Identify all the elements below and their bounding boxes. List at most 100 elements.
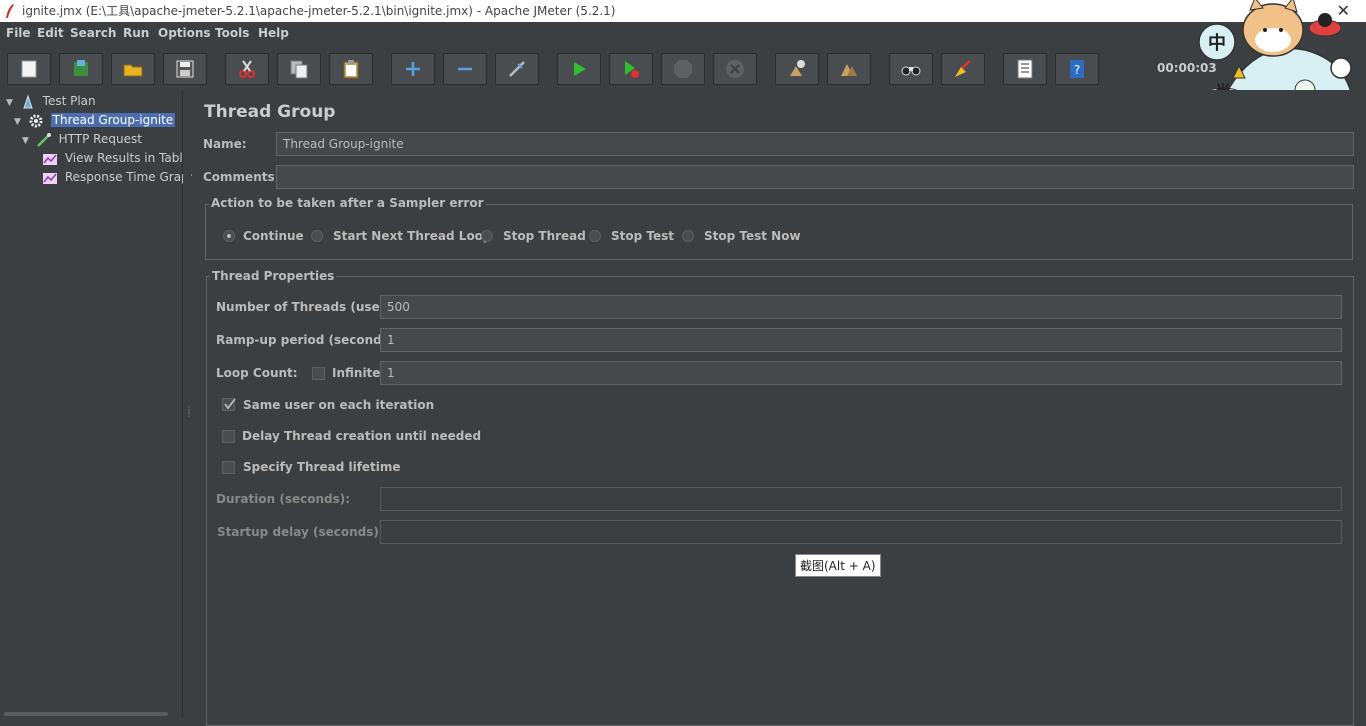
shutdown-button[interactable] — [713, 53, 757, 85]
radio-stop-thread[interactable] — [481, 230, 493, 242]
gear-icon — [29, 114, 43, 127]
comments-field[interactable] — [276, 165, 1354, 189]
shutdown-icon — [726, 60, 744, 78]
tree-item-label: View Results in Table — [64, 151, 191, 165]
menu-edit[interactable]: Edit — [37, 22, 64, 44]
help-button[interactable]: ? — [1055, 53, 1099, 85]
reset-broom-icon — [955, 60, 971, 77]
listener-chart-icon — [43, 153, 57, 165]
thread-lifetime-label[interactable]: Specify Thread lifetime — [243, 460, 401, 474]
name-field[interactable]: Thread Group-ignite — [276, 132, 1354, 156]
tree-item-label: Test Plan — [42, 94, 96, 108]
rampup-label: Ramp-up period (seconds): — [216, 333, 400, 347]
new-file-icon — [21, 60, 37, 78]
loop-count-label: Loop Count: — [216, 366, 298, 380]
window-title-bar: ignite.jmx (E:\工具\apache-jmeter-5.2.1\ap… — [0, 0, 1366, 22]
cut-button[interactable] — [225, 53, 269, 85]
same-user-checkbox[interactable] — [222, 398, 236, 411]
collapse-all-button[interactable] — [443, 53, 487, 85]
clear-all-button[interactable] — [827, 53, 871, 85]
screenshot-tooltip: 截图(Alt + A) — [795, 554, 881, 577]
split-pane-divider[interactable]: ⋮ ⋮ — [183, 90, 193, 718]
new-button[interactable] — [7, 53, 51, 85]
radio-stop-test-now[interactable] — [682, 230, 694, 242]
listener-chart-icon — [43, 172, 57, 184]
paste-button[interactable] — [329, 53, 373, 85]
menu-tools[interactable]: Tools — [215, 22, 249, 44]
clear-broom-icon — [790, 60, 805, 76]
tree-item-http-request[interactable]: ▼ HTTP Request — [22, 130, 142, 148]
plus-icon — [406, 62, 420, 76]
radio-start-next-loop-label[interactable]: Start Next Thread Loop — [333, 229, 492, 243]
menu-help[interactable]: Help — [258, 22, 289, 44]
menu-file[interactable]: File — [6, 22, 31, 44]
menu-run[interactable]: Run — [123, 22, 149, 44]
infinite-label[interactable]: Infinite — [332, 366, 380, 380]
thread-lifetime-checkbox[interactable] — [222, 461, 235, 474]
menu-search[interactable]: Search — [70, 22, 116, 44]
comments-label: Comments: — [203, 170, 280, 184]
expand-all-button[interactable] — [391, 53, 435, 85]
clear-all-broom-icon — [841, 64, 857, 76]
toggle-button[interactable] — [495, 53, 539, 85]
toggle-wand-icon — [509, 61, 525, 77]
function-helper-button[interactable] — [1003, 53, 1047, 85]
delay-thread-checkbox[interactable] — [222, 430, 235, 443]
copy-button[interactable] — [277, 53, 321, 85]
tree-item-test-plan[interactable]: ▼ Test Plan — [6, 92, 96, 110]
start-no-pauses-button[interactable] — [609, 53, 653, 85]
radio-stop-test-label[interactable]: Stop Test — [611, 229, 674, 243]
same-user-label[interactable]: Same user on each iteration — [243, 398, 434, 412]
play-no-timers-icon — [625, 61, 639, 78]
test-plan-tree[interactable]: ▼ Test Plan ▼ Thread Group-ignite ▼ HTTP… — [2, 90, 196, 718]
menu-bar: File Edit Search Run Options Tools Help — [0, 22, 1366, 44]
stop-button[interactable] — [661, 53, 705, 85]
binoculars-icon — [901, 66, 921, 76]
delay-thread-label[interactable]: Delay Thread creation until needed — [242, 429, 481, 443]
duration-field[interactable] — [380, 487, 1342, 511]
scissors-icon — [239, 60, 255, 78]
expand-arrow-icon[interactable]: ▼ — [14, 113, 24, 131]
test-plan-icon — [23, 93, 33, 108]
radio-stop-thread-label[interactable]: Stop Thread — [503, 229, 586, 243]
tree-horizontal-scrollbar[interactable] — [4, 712, 168, 716]
tree-item-label: Thread Group-ignite — [50, 113, 176, 127]
tree-item-view-results-table[interactable]: View Results in Table — [42, 149, 190, 167]
play-icon — [574, 62, 586, 76]
save-button[interactable] — [163, 53, 207, 85]
thread-group-panel: Thread Group Name: Thread Group-ignite C… — [192, 90, 1366, 726]
infinite-checkbox[interactable] — [312, 367, 325, 380]
reset-search-button[interactable] — [941, 53, 985, 85]
clipboard-icon — [343, 60, 359, 79]
rampup-field[interactable]: 1 — [380, 328, 1342, 352]
panel-title: Thread Group — [204, 102, 336, 122]
list-icon — [1017, 59, 1033, 79]
radio-stop-test[interactable] — [589, 230, 601, 242]
radio-stop-test-now-label[interactable]: Stop Test Now — [704, 229, 801, 243]
loop-count-field[interactable]: 1 — [380, 361, 1342, 385]
toolbar: ? 00:00:03 — [0, 44, 1366, 90]
threads-field[interactable]: 500 — [380, 295, 1342, 319]
duration-label: Duration (seconds): — [216, 492, 351, 506]
tree-item-thread-group[interactable]: ▼ Thread Group-ignite — [14, 111, 176, 131]
expand-arrow-icon[interactable]: ▼ — [6, 94, 16, 112]
checkmark-icon — [224, 398, 236, 410]
tree-item-label: Response Time Graph — [64, 170, 197, 184]
expand-arrow-icon[interactable]: ▼ — [22, 132, 32, 150]
menu-options[interactable]: Options — [158, 22, 211, 44]
start-button[interactable] — [557, 53, 601, 85]
jmeter-feather-icon — [6, 4, 14, 18]
open-button[interactable] — [111, 53, 155, 85]
mascot-text-zhong: 中 — [1208, 32, 1226, 54]
radio-continue-label[interactable]: Continue — [243, 229, 304, 243]
search-button[interactable] — [889, 53, 933, 85]
radio-continue[interactable] — [223, 230, 235, 242]
tree-item-response-time-graph[interactable]: Response Time Graph — [42, 168, 196, 186]
threads-label: Number of Threads (users): — [216, 300, 404, 314]
tree-item-label: HTTP Request — [58, 132, 142, 146]
templates-button[interactable] — [59, 53, 103, 85]
clear-button[interactable] — [775, 53, 819, 85]
radio-start-next-loop[interactable] — [311, 230, 323, 242]
startup-delay-field[interactable] — [380, 520, 1342, 544]
pipette-icon — [36, 132, 51, 147]
